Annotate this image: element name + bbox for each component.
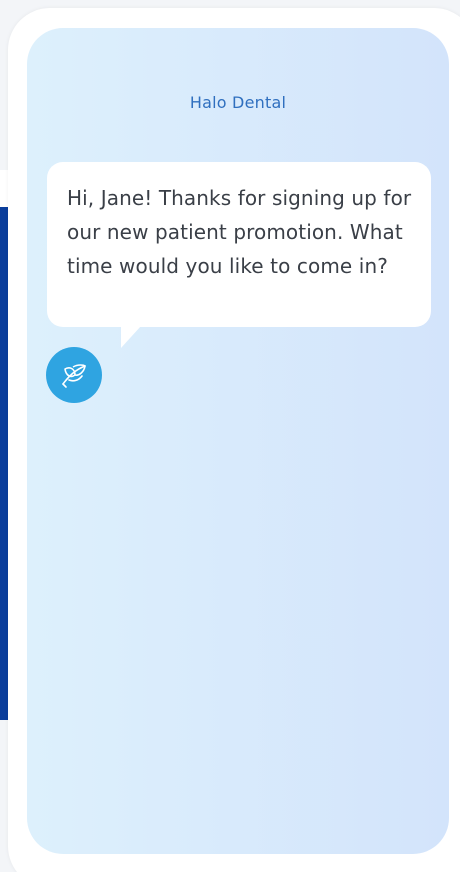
chat-title: Halo Dental: [189, 93, 287, 112]
page: Halo Dental Hi, Jane! Thanks for signing…: [0, 0, 460, 872]
message-text: Hi, Jane! Thanks for signing up for our …: [67, 186, 412, 278]
message-bubble-tail: [121, 326, 159, 348]
leaf-logo-icon: [62, 364, 86, 388]
chat-screen: Halo Dental Hi, Jane! Thanks for signing…: [27, 28, 449, 854]
message-bubble: Hi, Jane! Thanks for signing up for our …: [47, 162, 431, 348]
sender-avatar: [46, 347, 102, 403]
